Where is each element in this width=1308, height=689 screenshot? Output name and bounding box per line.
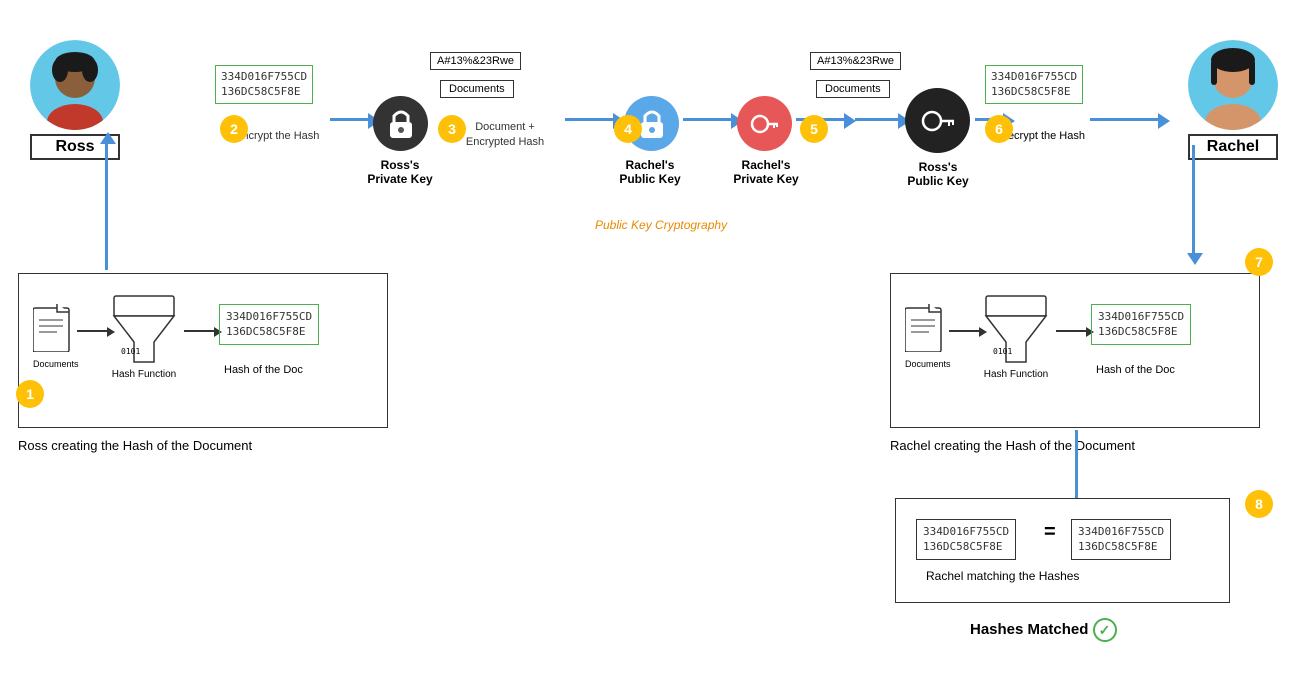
step3-to-step4-arrow xyxy=(565,118,615,121)
rachel-documents-label: Documents xyxy=(905,359,951,369)
documents-box-left: Documents xyxy=(440,80,514,98)
rachel-hash-of-doc-label: Hash of the Doc xyxy=(1096,364,1175,376)
rachel-hash-function-box: Documents 0101 Hash Function 334D016F755… xyxy=(890,273,1260,428)
ross-hash-funnel: 0101 Hash Function xyxy=(109,294,179,380)
svg-text:0101: 0101 xyxy=(121,347,140,356)
ross-hash-line1: 334D016F755CD xyxy=(226,309,312,324)
step-1-badge: 1 xyxy=(16,380,44,408)
equals-sign: = xyxy=(1044,521,1056,544)
rachel-hash-funnel: 0101 Hash Function xyxy=(981,294,1051,380)
rachel-avatar xyxy=(1188,40,1278,130)
ross-avatar xyxy=(30,40,120,130)
hash-box-step6: 334D016F755CD 136DC58C5F8E xyxy=(985,65,1083,104)
rachel-hash-line2: 136DC58C5F8E xyxy=(1098,324,1184,339)
match-hash-left-line1: 334D016F755CD xyxy=(923,524,1009,539)
step-6-badge: 6 xyxy=(985,115,1013,143)
ross-hash-output: 334D016F755CD 136DC58C5F8E xyxy=(219,304,319,345)
hash-match-left: 334D016F755CD 136DC58C5F8E xyxy=(916,519,1016,560)
hash-step2-line1: 334D016F755CD xyxy=(221,69,307,84)
svg-text:0101: 0101 xyxy=(993,347,1012,356)
hash-match-right: 334D016F755CD 136DC58C5F8E xyxy=(1071,519,1171,560)
step-7-badge: 7 xyxy=(1245,248,1273,276)
hash-box-step2: 334D016F755CD 136DC58C5F8E xyxy=(215,65,313,104)
rachel-doc-to-funnel-arrow xyxy=(949,330,979,332)
check-icon: ✓ xyxy=(1093,618,1117,642)
ross-documents-label: Documents xyxy=(33,359,79,369)
step-8-badge: 8 xyxy=(1245,490,1273,518)
ross-hash-function-label: Hash Function xyxy=(109,369,179,380)
step-3-badge: 3 xyxy=(438,115,466,143)
ross-public-key-label: Ross's Public Key xyxy=(893,160,983,188)
rachel-hash-line1: 334D016F755CD xyxy=(1098,309,1184,324)
up-arrow-to-ross xyxy=(105,142,108,270)
rachel-funnel-to-hash-arrow xyxy=(1056,330,1086,332)
match-hash-right-line1: 334D016F755CD xyxy=(1078,524,1164,539)
hash-step6-line2: 136DC58C5F8E xyxy=(991,84,1077,99)
ross-private-key-icon xyxy=(373,96,428,151)
step-4-badge: 4 xyxy=(614,115,642,143)
step6-to-rachel-arrow xyxy=(1090,118,1160,121)
rachel-hash-output: 334D016F755CD 136DC58C5F8E xyxy=(1091,304,1191,345)
funnel-to-hash-arrow xyxy=(184,330,214,332)
ross-hash-line2: 136DC58C5F8E xyxy=(226,324,312,339)
rachel-private-key-label: Rachel's Private Key xyxy=(726,158,806,186)
public-key-crypto-label: Public Key Cryptography xyxy=(595,218,727,232)
hash-step2-line2: 136DC58C5F8E xyxy=(221,84,307,99)
ross-public-key-icon xyxy=(905,88,970,153)
hash-step6-line1: 334D016F755CD xyxy=(991,69,1077,84)
rachel-avatar-container: Rachel xyxy=(1188,40,1278,160)
section7-label: Rachel creating the Hash of the Document xyxy=(890,438,1135,453)
hashes-matched-label: Hashes Matched ✓ xyxy=(970,618,1117,642)
match-hash-left-line2: 136DC58C5F8E xyxy=(923,539,1009,554)
rachel-hash-function-label: Hash Function xyxy=(981,369,1051,380)
doc-encrypted-hash-label: Document + Encrypted Hash xyxy=(450,120,560,151)
hash-to-lock-arrow xyxy=(330,118,370,121)
step5-to-pub-key-arrow xyxy=(855,118,900,121)
ross-private-key-label: Ross's Private Key xyxy=(355,158,445,186)
match-hash-right-line2: 136DC58C5F8E xyxy=(1078,539,1164,554)
rachel-to-hashbox7-arrow xyxy=(1192,145,1195,255)
rachel-private-key-icon xyxy=(737,96,792,151)
step-2-badge: 2 xyxy=(220,115,248,143)
step4-to-step5-arrow xyxy=(683,118,733,121)
documents-box-right: Documents xyxy=(816,80,890,98)
doc-text-box-right: A#13%&23Rwe xyxy=(810,52,901,70)
diagram-container: Ross Rachel 1 xyxy=(0,0,1308,689)
rachel-doc-icon: Documents xyxy=(905,304,951,369)
hash-matching-box: 334D016F755CD 136DC58C5F8E = 334D016F755… xyxy=(895,498,1230,603)
step-5-badge: 5 xyxy=(800,115,828,143)
hash-to-compare-arrow xyxy=(1075,430,1078,500)
ross-hash-of-doc-label: Hash of the Doc xyxy=(224,364,303,376)
doc-to-funnel-arrow xyxy=(77,330,107,332)
rachel-public-key-label: Rachel's Public Key xyxy=(610,158,690,186)
rachel-label: Rachel xyxy=(1188,134,1278,160)
section1-label: Ross creating the Hash of the Document xyxy=(18,438,252,453)
ross-doc-icon: Documents xyxy=(33,304,79,369)
matching-label: Rachel matching the Hashes xyxy=(926,569,1079,583)
ross-hash-function-box: Documents 0101 Hash Function 334D016F755… xyxy=(18,273,388,428)
decrypt-hash-label: Decrypt the Hash xyxy=(1000,130,1085,142)
doc-text-box-left: A#13%&23Rwe xyxy=(430,52,521,70)
